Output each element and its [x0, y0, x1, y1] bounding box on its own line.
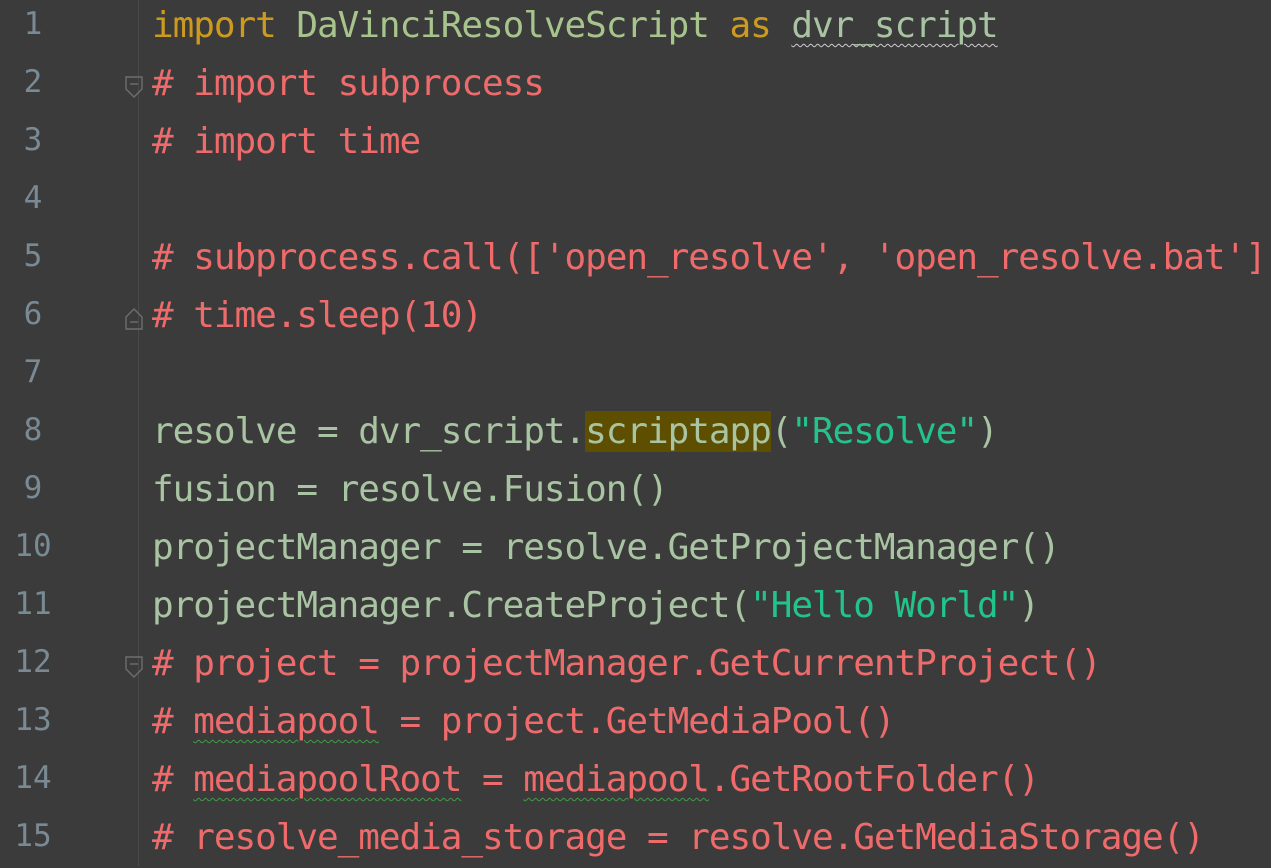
comment-token: #: [152, 701, 194, 742]
line-number: 15: [14, 818, 52, 854]
code-text[interactable]: projectManager = resolve.GetProjectManag…: [152, 524, 1061, 572]
code-line[interactable]: 2 # import subprocess: [0, 56, 1271, 114]
line-number: 6: [23, 296, 43, 332]
string-token: "Resolve": [791, 411, 978, 452]
line-number: 1: [23, 6, 43, 42]
code-text[interactable]: # import subprocess: [152, 60, 545, 108]
code-editor[interactable]: 1 import DaVinciResolveScript as dvr_scri…: [0, 0, 1271, 866]
comment-token: # import subprocess: [152, 63, 545, 104]
code-line[interactable]: 1 import DaVinciResolveScript as dvr_scri…: [0, 0, 1271, 56]
comment-token: # import time: [152, 121, 421, 162]
comment-token: # project = projectManager.GetCurrentPro…: [152, 643, 1102, 684]
comment-token: #: [152, 759, 194, 800]
code-line[interactable]: 6 # time.sleep(10): [0, 288, 1271, 346]
line-number: 13: [14, 702, 52, 738]
code-line[interactable]: 7: [0, 346, 1271, 404]
comment-typo-token: mediapool: [523, 759, 710, 800]
code-text[interactable]: import DaVinciResolveScript as dvr_scrip…: [152, 2, 999, 50]
fold-close-icon[interactable]: [124, 308, 144, 330]
unresolved-reference-token: dvr_script: [791, 5, 998, 46]
fold-open-icon[interactable]: [124, 656, 144, 678]
string-token: "Hello World": [750, 585, 1019, 626]
line-number: 14: [14, 760, 52, 796]
code-line[interactable]: 10 projectManager = resolve.GetProjectMan…: [0, 520, 1271, 578]
comment-token: = project.GetMediaPool(): [378, 701, 895, 742]
code-token: (: [770, 411, 793, 452]
comment-token: =: [461, 759, 524, 800]
line-number: 4: [23, 180, 43, 216]
code-line[interactable]: 15 # resolve_media_storage = resolve.GetM…: [0, 810, 1271, 868]
highlighted-token: scriptapp: [585, 411, 772, 452]
code-line[interactable]: 5 # subprocess.call(['open_resolve', 'ope…: [0, 230, 1271, 288]
comment-token: # time.sleep(10): [152, 295, 483, 336]
code-text[interactable]: fusion = resolve.Fusion(): [152, 466, 669, 514]
code-line[interactable]: 3 # import time: [0, 114, 1271, 172]
line-number: 3: [23, 122, 43, 158]
code-text[interactable]: # mediapool = project.GetMediaPool(): [152, 698, 896, 746]
code-text[interactable]: # resolve_media_storage = resolve.GetMed…: [152, 814, 1205, 862]
line-number: 9: [23, 470, 43, 506]
code-token: fusion = resolve.Fusion(): [152, 469, 669, 510]
comment-token: .GetRootFolder(): [708, 759, 1040, 800]
code-token: projectManager = resolve.GetProjectManag…: [152, 527, 1061, 568]
code-text[interactable]: # import time: [152, 118, 421, 166]
code-token: ): [1018, 585, 1040, 626]
line-number: 7: [23, 354, 43, 390]
line-number: 10: [14, 528, 52, 564]
line-number: 12: [14, 644, 52, 680]
keyword-token: import: [152, 5, 277, 46]
code-line[interactable]: 12 # project = projectManager.GetCurrentP…: [0, 636, 1271, 694]
line-number: 2: [23, 64, 43, 100]
code-token: resolve = dvr_script.: [152, 411, 586, 452]
comment-token: # subprocess.call(['open_resolve', 'open…: [152, 237, 1271, 278]
code-text[interactable]: # mediapoolRoot = mediapool.GetRootFolde…: [152, 756, 1040, 804]
code-text[interactable]: # project = projectManager.GetCurrentPro…: [152, 640, 1102, 688]
comment-typo-token: mediapoolRoot: [193, 759, 462, 800]
code-line[interactable]: 9 fusion = resolve.Fusion(): [0, 462, 1271, 520]
comment-token: # resolve_media_storage = resolve.GetMed…: [152, 817, 1205, 858]
code-token: ): [976, 411, 999, 452]
keyword-token: as: [729, 5, 771, 46]
fold-open-icon[interactable]: [124, 76, 144, 98]
code-line[interactable]: 8 resolve = dvr_script.scriptapp("Resolve…: [0, 404, 1271, 462]
code-text[interactable]: # subprocess.call(['open_resolve', 'open…: [152, 234, 1271, 282]
code-token: projectManager.CreateProject(: [152, 585, 751, 626]
comment-typo-token: mediapool: [193, 701, 380, 742]
code-line[interactable]: 4: [0, 172, 1271, 230]
line-number: 8: [23, 412, 43, 448]
code-line[interactable]: 13 # mediapool = project.GetMediaPool(): [0, 694, 1271, 752]
code-text[interactable]: resolve = dvr_script.scriptapp("Resolve"…: [152, 408, 999, 456]
line-number: 11: [14, 586, 52, 622]
code-line[interactable]: 14 # mediapoolRoot = mediapool.GetRootFol…: [0, 752, 1271, 810]
line-number: 5: [23, 238, 43, 274]
code-text[interactable]: # time.sleep(10): [152, 292, 483, 340]
code-text[interactable]: projectManager.CreateProject("Hello Worl…: [152, 582, 1040, 630]
module-token: DaVinciResolveScript: [296, 5, 710, 46]
code-line[interactable]: 11 projectManager.CreateProject("Hello Wo…: [0, 578, 1271, 636]
